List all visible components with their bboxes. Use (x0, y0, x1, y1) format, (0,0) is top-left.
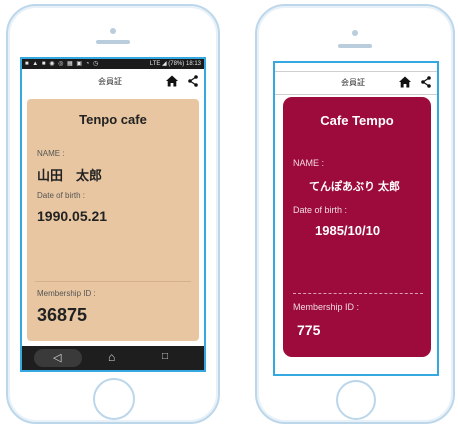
membership-card: Tenpo cafe NAME : 山田 太郎 Date of birth : … (27, 99, 199, 341)
front-camera (352, 30, 358, 36)
name-label: NAME : (293, 158, 325, 168)
front-camera (110, 28, 116, 34)
app-header: 会員証 (275, 71, 437, 95)
home-icon[interactable] (399, 76, 411, 88)
card-title: Cafe Tempo (320, 113, 394, 128)
name-value: 山田 太郎 (37, 168, 103, 183)
status-bar: ■ ▲ ■ ◉ ◎ ▦ ▣ ◔ ◷ LTE ◢ (78%) 18:13 (22, 59, 204, 69)
smartphone-right: 会員証 Cafe Tempo NAME : てんぽあぶり 太郎 Date of … (255, 4, 455, 424)
status-notification-icons: ■ ▲ ■ ◉ ◎ ▦ ▣ ◔ ◷ (25, 61, 100, 67)
home-button[interactable] (336, 380, 376, 420)
membership-card: Cafe Tempo NAME : てんぽあぶり 太郎 Date of birt… (283, 97, 431, 357)
smartphone-left: ■ ▲ ■ ◉ ◎ ▦ ▣ ◔ ◷ LTE ◢ (78%) 18:13 会員証 … (6, 4, 220, 424)
status-clock: LTE ◢ (78%) 18:13 (149, 61, 201, 67)
membership-id-label: Membership ID : (37, 289, 96, 298)
dob-value: 1985/10/10 (315, 223, 381, 238)
home-icon[interactable] (166, 75, 178, 87)
name-label: NAME : (37, 149, 65, 158)
share-icon[interactable] (188, 75, 198, 87)
card-title: Tenpo cafe (79, 112, 147, 127)
phone-screen: ■ ▲ ■ ◉ ◎ ▦ ▣ ◔ ◷ LTE ◢ (78%) 18:13 会員証 … (20, 57, 206, 372)
membership-id-label: Membership ID : (293, 302, 360, 312)
card-divider (35, 281, 191, 282)
dob-label: Date of birth : (293, 205, 348, 215)
share-icon[interactable] (421, 76, 431, 88)
android-nav-bar: ◁ ⌂ □ (22, 346, 204, 370)
home-button[interactable] (93, 378, 135, 420)
dob-label: Date of birth : (37, 191, 86, 200)
phone-screen: 会員証 Cafe Tempo NAME : てんぽあぶり 太郎 Date of … (273, 61, 439, 376)
earpiece-speaker (338, 44, 372, 48)
back-icon[interactable]: ◁ (53, 351, 61, 364)
nav-home-icon[interactable]: ⌂ (108, 350, 115, 364)
membership-id-value: 775 (297, 322, 321, 338)
earpiece-speaker (96, 40, 130, 44)
membership-id-value: 36875 (37, 305, 88, 325)
page-title: 会員証 (98, 77, 122, 86)
name-value: てんぽあぶり 太郎 (309, 181, 401, 193)
card-divider (293, 293, 423, 294)
app-header: 会員証 (22, 71, 204, 93)
dob-value: 1990.05.21 (37, 208, 108, 224)
recents-icon[interactable]: □ (162, 351, 168, 362)
page-title: 会員証 (341, 78, 365, 87)
